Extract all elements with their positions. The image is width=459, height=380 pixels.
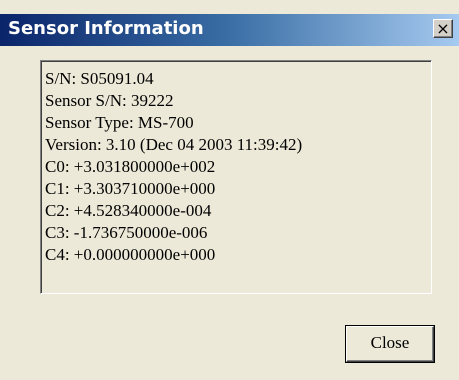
info-line-sensor-serial: Sensor S/N: 39222 <box>45 91 174 110</box>
close-button[interactable]: Close <box>346 326 434 362</box>
info-line-c4: C4: +0.000000000e+000 <box>45 245 216 264</box>
info-line-c3: C3: -1.736750000e-006 <box>45 223 208 242</box>
info-line-sensor-type: Sensor Type: MS-700 <box>45 113 194 132</box>
title-bar[interactable]: Sensor Information × <box>0 14 459 46</box>
info-line-c0: C0: +3.031800000e+002 <box>45 157 216 176</box>
info-line-c2: C2: +4.528340000e-004 <box>45 201 212 220</box>
info-line-version: Version: 3.10 (Dec 04 2003 11:39:42) <box>45 135 303 154</box>
sensor-info-list: S/N: S05091.04 Sensor S/N: 39222 Sensor … <box>45 68 302 266</box>
info-line-serial: S/N: S05091.04 <box>45 69 154 88</box>
sensor-info-panel: S/N: S05091.04 Sensor S/N: 39222 Sensor … <box>40 60 432 294</box>
window-title: Sensor Information <box>8 18 204 39</box>
close-icon[interactable]: × <box>433 19 453 38</box>
sensor-information-dialog: Sensor Information × S/N: S05091.04 Sens… <box>0 0 459 380</box>
info-line-c1: C1: +3.303710000e+000 <box>45 179 216 198</box>
